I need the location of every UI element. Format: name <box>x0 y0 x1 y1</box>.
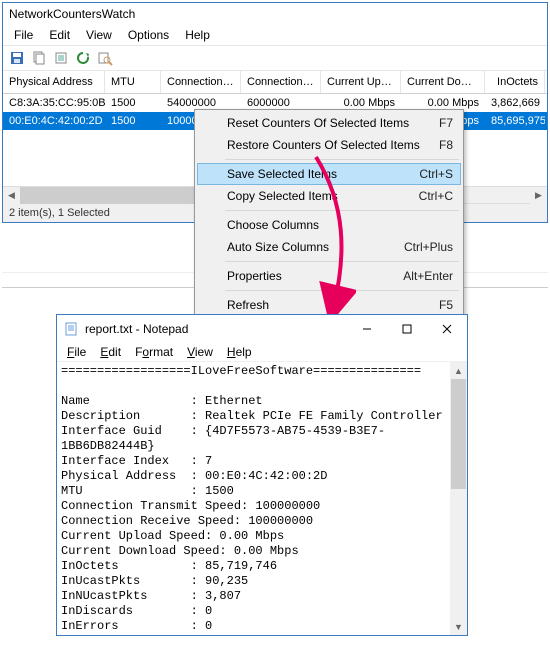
cell-inoctets: 3,862,669 <box>485 94 545 112</box>
column-current-upload[interactable]: Current Uploa... <box>321 71 401 93</box>
column-connection-transmit[interactable]: Connection Tr... <box>161 71 241 93</box>
cell-mtu: 1500 <box>105 94 161 112</box>
menu-bar: File Edit View Options Help <box>3 25 547 45</box>
vertical-scrollbar[interactable]: ▲ ▼ <box>450 362 467 635</box>
notepad-window: report.txt - Notepad File Edit Format Vi… <box>56 314 468 636</box>
menu-options[interactable]: Options <box>121 26 176 44</box>
menu-edit[interactable]: Edit <box>42 26 77 44</box>
menu-file[interactable]: File <box>61 343 92 361</box>
menu-refresh[interactable]: Refresh F5 <box>197 294 461 316</box>
grid-header: Physical Address MTU Connection Tr... Co… <box>3 71 547 94</box>
menu-help[interactable]: Help <box>221 343 258 361</box>
column-inoctets[interactable]: InOctets <box>485 71 545 93</box>
menu-copy-selected[interactable]: Copy Selected Items Ctrl+C <box>197 185 461 207</box>
title-bar[interactable]: NetworkCountersWatch <box>3 3 547 25</box>
menu-separator <box>225 290 459 291</box>
close-button[interactable] <box>427 317 467 341</box>
copy-icon[interactable] <box>29 48 49 68</box>
scroll-right-icon[interactable]: ▶ <box>530 187 547 204</box>
find-icon[interactable] <box>95 48 115 68</box>
menu-view[interactable]: View <box>79 26 119 44</box>
menu-edit[interactable]: Edit <box>94 343 127 361</box>
context-menu: Reset Counters Of Selected Items F7 Rest… <box>194 109 464 319</box>
menu-help[interactable]: Help <box>178 26 217 44</box>
refresh-icon[interactable] <box>73 48 93 68</box>
menu-format[interactable]: Format <box>129 343 179 361</box>
menu-auto-size[interactable]: Auto Size Columns Ctrl+Plus <box>197 236 461 258</box>
menu-view[interactable]: View <box>181 343 219 361</box>
minimize-button[interactable] <box>347 317 387 341</box>
column-current-download[interactable]: Current Downl... <box>401 71 485 93</box>
cell-physical-address: 00:E0:4C:42:00:2D <box>3 112 105 130</box>
menu-separator <box>225 210 459 211</box>
column-connection-receive[interactable]: Connection Re... <box>241 71 321 93</box>
text-content[interactable]: ==================ILoveFreeSoftware=====… <box>57 362 450 635</box>
text-area-container: ==================ILoveFreeSoftware=====… <box>57 361 467 635</box>
notepad-icon <box>65 322 79 336</box>
properties-icon[interactable] <box>51 48 71 68</box>
menu-file[interactable]: File <box>7 26 40 44</box>
save-icon[interactable] <box>7 48 27 68</box>
menu-restore-counters[interactable]: Restore Counters Of Selected Items F8 <box>197 134 461 156</box>
cell-mtu: 1500 <box>105 112 161 130</box>
window-title: report.txt - Notepad <box>85 322 188 336</box>
scroll-left-icon[interactable]: ◀ <box>3 187 20 204</box>
scroll-up-icon[interactable]: ▲ <box>450 362 467 379</box>
maximize-button[interactable] <box>387 317 427 341</box>
menu-separator <box>225 159 459 160</box>
menu-properties[interactable]: Properties Alt+Enter <box>197 265 461 287</box>
menu-reset-counters[interactable]: Reset Counters Of Selected Items F7 <box>197 112 461 134</box>
scroll-thumb[interactable] <box>451 379 466 489</box>
toolbar <box>3 45 547 71</box>
menu-choose-columns[interactable]: Choose Columns <box>197 214 461 236</box>
app-title: NetworkCountersWatch <box>9 7 135 21</box>
cell-inoctets: 85,695,975 <box>485 112 545 130</box>
menu-save-selected[interactable]: Save Selected Items Ctrl+S <box>197 163 461 185</box>
menu-separator <box>225 261 459 262</box>
column-physical-address[interactable]: Physical Address <box>3 71 105 93</box>
cell-physical-address: C8:3A:35:CC:95:0B <box>3 94 105 112</box>
title-bar[interactable]: report.txt - Notepad <box>57 315 467 343</box>
menu-bar: File Edit Format View Help <box>57 343 467 361</box>
column-mtu[interactable]: MTU <box>105 71 161 93</box>
scroll-down-icon[interactable]: ▼ <box>450 618 467 635</box>
